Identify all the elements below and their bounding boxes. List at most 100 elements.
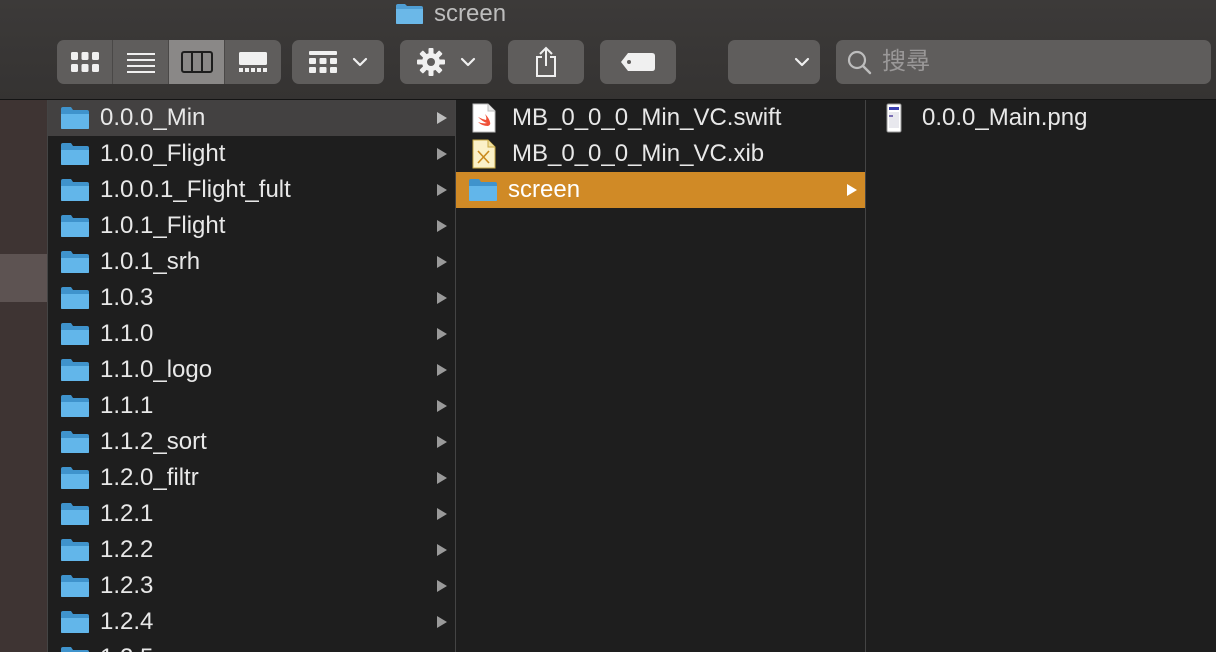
folder-row[interactable]: 1.0.3 [48, 280, 455, 316]
folder-row[interactable]: screen [456, 172, 865, 208]
sidebar-selected-item[interactable] [0, 254, 47, 302]
grid-icon [70, 52, 99, 72]
folder-row[interactable]: 1.1.0 [48, 316, 455, 352]
columns-icon [180, 51, 213, 73]
folder-label: 1.0.0.1_Flight_fult [100, 176, 291, 203]
folder-row[interactable]: 1.2.5 [48, 640, 455, 652]
view-mode-control [57, 40, 281, 84]
folder-row[interactable]: 1.0.1_Flight [48, 208, 455, 244]
folder-label: screen [508, 176, 581, 203]
folder-icon [61, 143, 89, 165]
browser-column-3: 0.0.0_Main.png [866, 100, 1216, 652]
folder-label: 1.2.5 [100, 644, 153, 652]
folder-icon [61, 431, 89, 453]
folder-label: 1.2.3 [100, 572, 154, 599]
chevron-down-icon [794, 57, 810, 67]
file-row[interactable]: MB_0_0_0_Min_VC.xib [456, 136, 865, 172]
file-label: MB_0_0_0_Min_VC.xib [512, 140, 765, 167]
swift-file-icon [472, 103, 496, 133]
disclosure-arrow-icon [437, 112, 447, 124]
folder-row[interactable]: 1.0.0.1_Flight_fult [48, 172, 455, 208]
folder-label: 1.0.0_Flight [100, 140, 226, 167]
icon-view-button[interactable] [57, 40, 113, 84]
disclosure-arrow-icon [437, 436, 447, 448]
file-label: 0.0.0_Main.png [922, 104, 1088, 131]
folder-icon [61, 215, 89, 237]
window-title-text: screen [434, 0, 507, 27]
folder-label: 1.2.2 [100, 536, 154, 563]
folder-label: 1.1.0_logo [100, 356, 213, 383]
group-grid-icon [309, 51, 337, 73]
toolbar: screen [0, 0, 1216, 100]
path-dropdown[interactable] [728, 40, 820, 84]
folder-icon [61, 251, 89, 273]
folder-icon [61, 179, 89, 201]
folder-label: 0.0.0_Min [100, 104, 206, 131]
folder-icon [61, 575, 89, 597]
folder-label: 1.1.2_sort [100, 428, 207, 455]
search-input[interactable] [880, 47, 1194, 77]
folder-label: 1.0.1_Flight [100, 212, 226, 239]
xib-file-icon [472, 139, 496, 169]
gear-icon [417, 48, 445, 76]
disclosure-arrow-icon [437, 580, 447, 592]
folder-row[interactable]: 1.2.2 [48, 532, 455, 568]
browser-column-2: MB_0_0_0_Min_VC.swift MB_0_0_0_Min_VC.xi… [456, 100, 866, 652]
folder-icon [469, 179, 497, 201]
share-button[interactable] [508, 40, 584, 84]
file-row[interactable]: 0.0.0_Main.png [866, 100, 1216, 136]
folder-icon [396, 4, 423, 24]
folder-row[interactable]: 1.0.1_srh [48, 244, 455, 280]
list-view-button[interactable] [113, 40, 169, 84]
folder-icon [61, 467, 89, 489]
folder-label: 1.2.4 [100, 608, 154, 635]
list-icon [126, 53, 155, 73]
chevron-down-icon [352, 57, 368, 67]
folder-row[interactable]: 1.2.4 [48, 604, 455, 640]
folder-row[interactable]: 0.0.0_Min [48, 100, 455, 136]
tag-button[interactable] [600, 40, 676, 84]
search-icon [847, 50, 872, 75]
folder-row[interactable]: 1.0.0_Flight [48, 136, 455, 172]
folder-label: 1.1.0 [100, 320, 154, 347]
disclosure-arrow-icon [437, 400, 447, 412]
action-button[interactable] [400, 40, 492, 84]
disclosure-arrow-icon [437, 616, 447, 628]
disclosure-arrow-icon [437, 544, 447, 556]
browser-column-1: 0.0.0_Min 1.0.0_Flight 1.0.0.1_Flight_fu… [47, 100, 456, 652]
folder-label: 1.1.1 [100, 392, 154, 419]
folder-label: 1.0.1_srh [100, 248, 201, 275]
folder-row[interactable]: 1.2.3 [48, 568, 455, 604]
search-field[interactable] [836, 40, 1211, 84]
folder-icon [61, 647, 89, 652]
share-icon [536, 46, 556, 77]
folder-label: 1.0.3 [100, 284, 154, 311]
disclosure-arrow-icon [437, 472, 447, 484]
file-row[interactable]: MB_0_0_0_Min_VC.swift [456, 100, 865, 136]
folder-icon [61, 359, 89, 381]
folder-label: 1.2.1 [100, 500, 154, 527]
disclosure-arrow-icon [437, 508, 447, 520]
folder-icon [61, 323, 89, 345]
folder-icon [61, 107, 89, 129]
disclosure-arrow-icon [437, 256, 447, 268]
disclosure-arrow-icon [437, 328, 447, 340]
folder-row[interactable]: 1.2.1 [48, 496, 455, 532]
disclosure-arrow-icon [847, 184, 857, 196]
folder-row[interactable]: 1.1.1 [48, 388, 455, 424]
disclosure-arrow-icon [437, 220, 447, 232]
folder-row[interactable]: 1.1.0_logo [48, 352, 455, 388]
group-button[interactable] [292, 40, 384, 84]
folder-label: 1.2.0_filtr [100, 464, 199, 491]
disclosure-arrow-icon [437, 292, 447, 304]
folder-icon [61, 611, 89, 633]
folder-icon [61, 539, 89, 561]
gallery-icon [239, 52, 267, 72]
chevron-down-icon [460, 57, 476, 67]
disclosure-arrow-icon [437, 148, 447, 160]
folder-row[interactable]: 1.1.2_sort [48, 424, 455, 460]
folder-row[interactable]: 1.2.0_filtr [48, 460, 455, 496]
column-view-button[interactable] [169, 40, 225, 84]
gallery-view-button[interactable] [225, 40, 281, 84]
disclosure-arrow-icon [437, 184, 447, 196]
